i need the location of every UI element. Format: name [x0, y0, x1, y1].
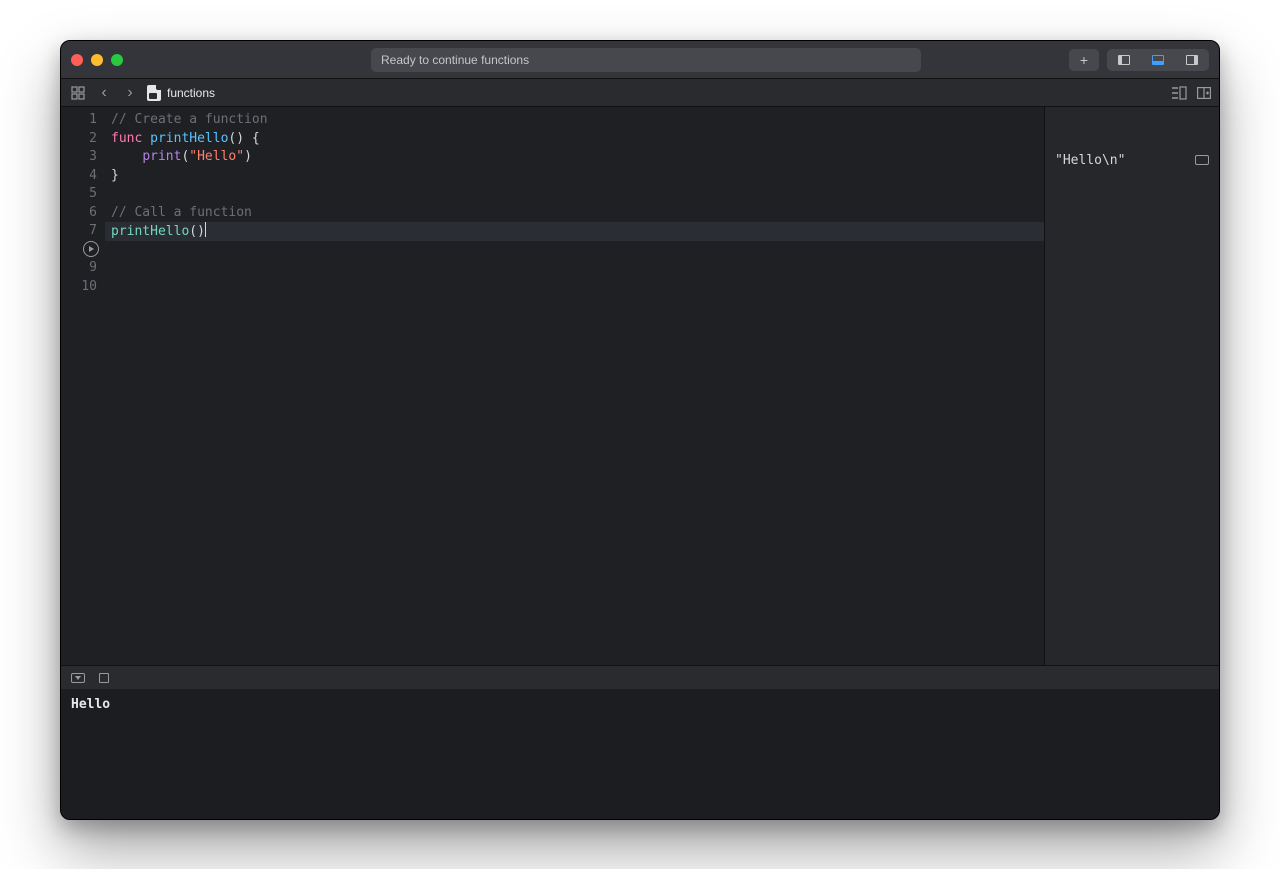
debug-bar [61, 665, 1219, 689]
code-line[interactable]: } [105, 167, 1044, 186]
split-add-icon [1197, 87, 1211, 99]
line-number: 10 [61, 278, 97, 297]
text-caret [205, 222, 206, 237]
line-number: 4 [61, 167, 97, 186]
code-line[interactable]: print("Hello") [105, 148, 1044, 167]
traffic-lights [71, 54, 123, 66]
code-token: printHello [150, 131, 228, 146]
close-window-button[interactable] [71, 54, 83, 66]
code-line[interactable] [105, 185, 1044, 204]
adjust-editor-options-button[interactable] [1171, 86, 1187, 100]
toggle-left-panel-button[interactable] [1107, 49, 1141, 71]
stop-icon [99, 673, 109, 683]
nav-back-button[interactable]: ‹ [95, 84, 113, 102]
toggle-bottom-panel-button[interactable] [1141, 49, 1175, 71]
status-field[interactable]: Ready to continue functions [371, 48, 921, 72]
add-editor-button[interactable] [1197, 87, 1211, 99]
panel-left-icon [1118, 55, 1130, 65]
code-line[interactable] [105, 259, 1044, 278]
results-sidebar: "Hello\n" [1044, 107, 1219, 665]
code-token: func [111, 131, 150, 146]
code-token: // Create a function [111, 112, 268, 127]
titlebar-right: + [1069, 49, 1209, 71]
code-token: printHello [111, 224, 189, 239]
chevron-down-icon [71, 673, 85, 683]
line-number: 5 [61, 185, 97, 204]
status-text: Ready to continue functions [381, 53, 529, 67]
add-button[interactable]: + [1069, 49, 1099, 71]
minimize-window-button[interactable] [91, 54, 103, 66]
panel-bottom-icon [1152, 55, 1164, 65]
line-number-gutter: 1234567 910 [61, 107, 105, 665]
breadcrumb-file[interactable]: functions [147, 85, 215, 101]
code-line[interactable]: printHello() [105, 222, 1044, 241]
line-number: 1 [61, 111, 97, 130]
run-line-button[interactable] [83, 241, 99, 257]
navbar-right [1171, 86, 1211, 100]
toggle-right-panel-button[interactable] [1175, 49, 1209, 71]
swift-file-icon [147, 85, 161, 101]
result-value: "Hello\n" [1055, 153, 1125, 168]
related-items-button[interactable] [69, 84, 87, 102]
console-output[interactable]: Hello [61, 689, 1219, 819]
code-line[interactable]: // Create a function [105, 111, 1044, 130]
line-number: 3 [61, 148, 97, 167]
line-number: 7 [61, 222, 97, 241]
code-token: } [111, 168, 119, 183]
code-token: // Call a function [111, 205, 252, 220]
plus-icon: + [1080, 52, 1088, 68]
console-menu-button[interactable] [71, 673, 85, 683]
console-text: Hello [71, 697, 110, 712]
code-token [111, 149, 142, 164]
panel-right-icon [1186, 55, 1198, 65]
code-token: () [189, 224, 205, 239]
titlebar: Ready to continue functions + [61, 41, 1219, 79]
code-line[interactable]: func printHello() { [105, 130, 1044, 149]
nav-forward-button[interactable]: › [121, 84, 139, 102]
chevron-left-icon: ‹ [101, 85, 106, 101]
stop-button[interactable] [99, 673, 109, 683]
grid-icon [71, 86, 85, 100]
code-token: ) [244, 149, 252, 164]
code-editor[interactable]: 1234567 910 // Create a function func prin… [61, 107, 1044, 665]
chevron-right-icon: › [127, 85, 132, 101]
code-line[interactable] [105, 278, 1044, 297]
code-token: "Hello" [189, 149, 244, 164]
line-number: 6 [61, 204, 97, 223]
code-token: () { [228, 131, 259, 146]
lines-icon [1171, 86, 1187, 100]
main-split: 1234567 910 // Create a function func prin… [61, 107, 1219, 665]
panel-visibility-segmented [1107, 49, 1209, 71]
code-token: print [142, 149, 181, 164]
line-number: 9 [61, 259, 97, 278]
breadcrumb-filename: functions [167, 86, 215, 100]
code-area[interactable]: // Create a functionfunc printHello() { … [105, 107, 1044, 665]
zoom-window-button[interactable] [111, 54, 123, 66]
result-row: "Hello\n" [1055, 151, 1209, 170]
quicklook-result-button[interactable] [1195, 155, 1209, 165]
code-line[interactable]: // Call a function [105, 204, 1044, 223]
code-line[interactable] [105, 241, 1044, 260]
line-number: 2 [61, 130, 97, 149]
navbar: ‹ › functions [61, 79, 1219, 107]
app-window: Ready to continue functions + [60, 40, 1220, 820]
